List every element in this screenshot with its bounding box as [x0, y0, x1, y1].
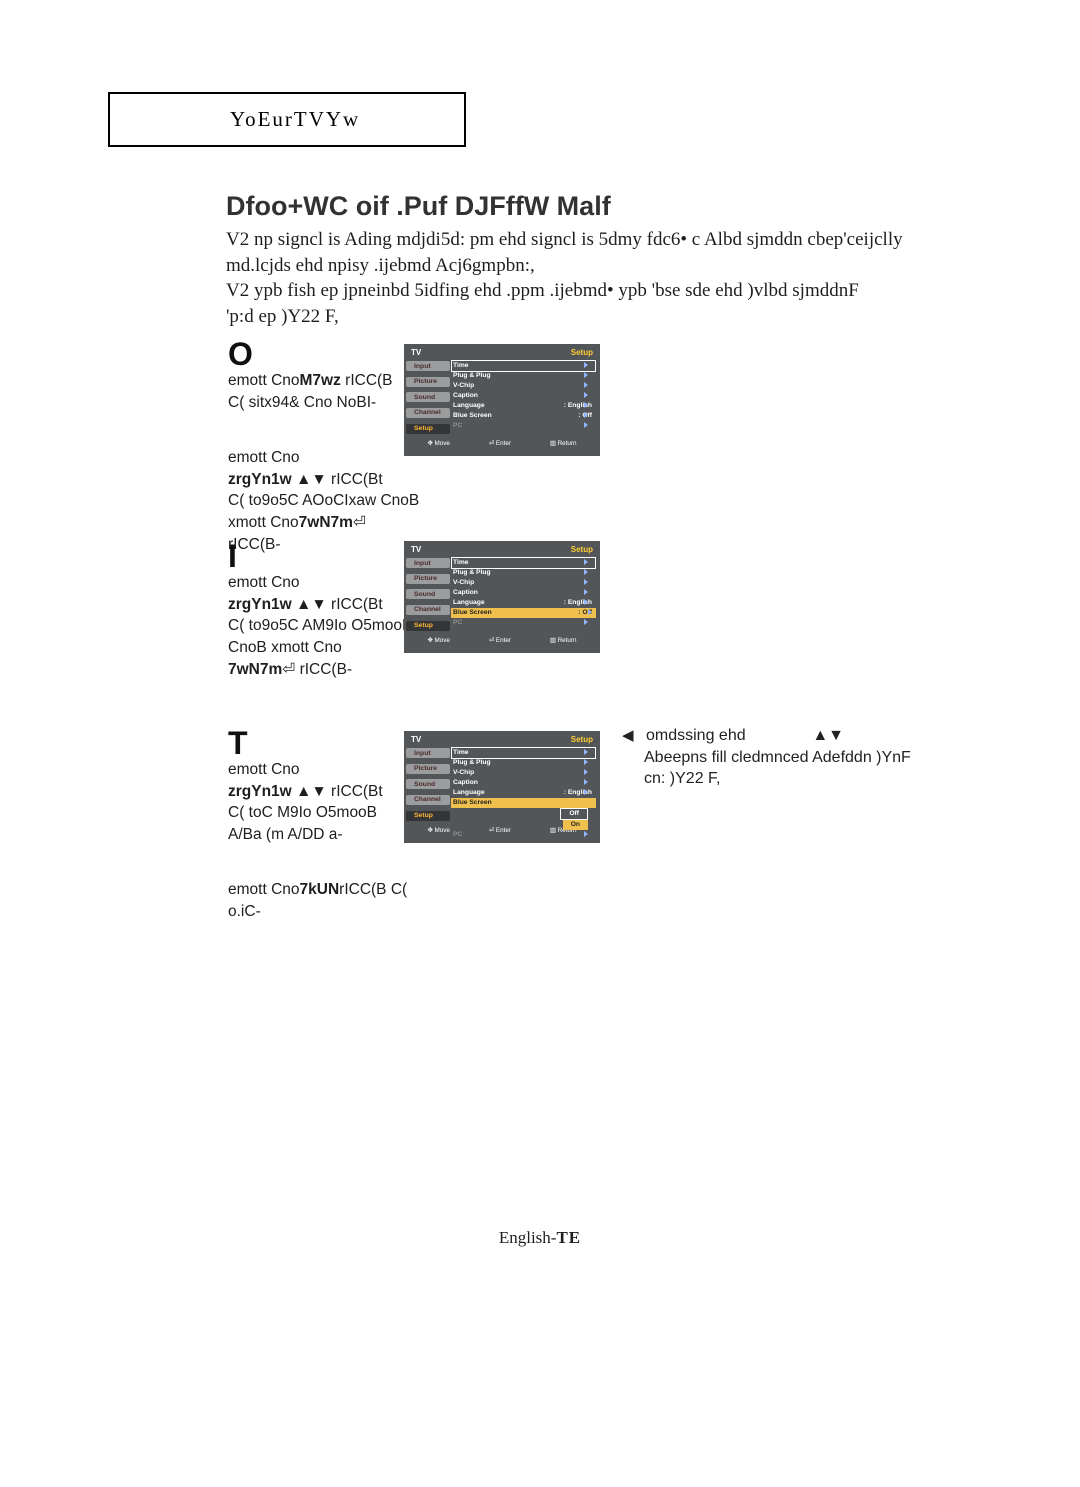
footnote-text-1: omdssing ehd	[646, 727, 746, 744]
osd-screenshot-2: TVSetup InputPictureSoundChannelSetup Ti…	[404, 541, 600, 653]
osd-screenshot-3: TVSetup InputPictureSoundChannelSetup Ti…	[404, 731, 600, 843]
page-title: Dfoo+WC oif .Puf DJFffW Malf	[226, 191, 611, 222]
body-text: V2 np signcl is Ading mdjdi5d: pm ehd si…	[226, 227, 906, 330]
footnote: ◀ omdssing ehd ▲▼ Abeepns fill cledmnced…	[622, 725, 912, 790]
osd-screenshot-1: TVSetup InputPictureSoundChannelSetup Ti…	[404, 344, 600, 456]
page-footer: English-TE	[0, 1228, 1080, 1248]
header-label: YoEurTVYw	[230, 107, 360, 132]
footer-page: TE	[556, 1228, 581, 1247]
footnote-arrow-left-icon: ◀	[622, 727, 634, 744]
footer-lang: English-	[499, 1228, 557, 1247]
footnote-text-2: Abeepns fill cledmnced Adefddn )YnF cn: …	[644, 747, 912, 790]
header-box: YoEurTVYw	[108, 92, 466, 147]
footnote-updown-icon: ▲▼	[812, 727, 844, 744]
